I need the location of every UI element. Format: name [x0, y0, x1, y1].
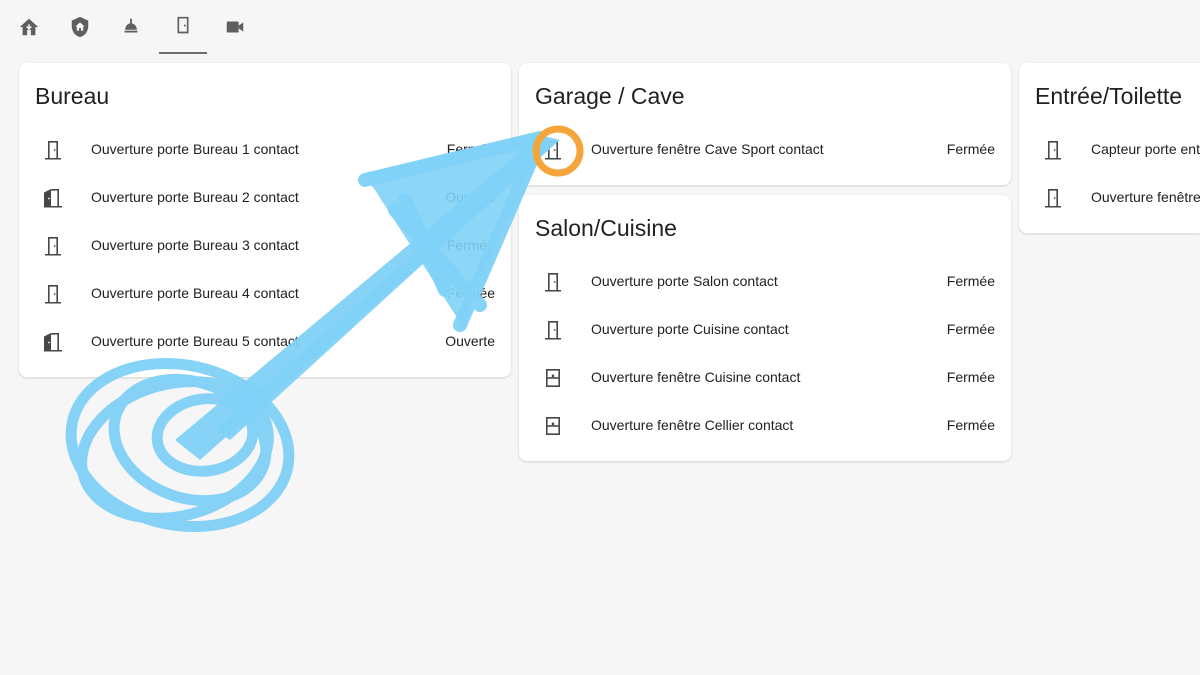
- card-title: Entrée/Toilette: [1035, 83, 1183, 109]
- entity-state: Fermée: [446, 141, 495, 157]
- entity-state: Fermée: [946, 417, 995, 433]
- entity-name: Ouverture porte Salon contact: [591, 273, 778, 289]
- entity-name: Capteur porte entrée: [1091, 141, 1200, 157]
- entity-name: Ouverture porte Bureau 5 contact: [91, 333, 299, 349]
- card-entree-toilette: Entrée/Toilette Capteur porte entrée Ouv…: [1019, 63, 1200, 233]
- door-closed-icon: [541, 138, 565, 162]
- door-icon: [177, 16, 189, 34]
- door-open-icon: [41, 330, 65, 354]
- door-closed-icon: [41, 138, 65, 162]
- entity-state: Fermée: [946, 321, 995, 337]
- entity-state: Fermée: [946, 273, 995, 289]
- entity-name: Ouverture fenêtre Cuisine contact: [591, 369, 801, 385]
- entity-row[interactable]: Ouverture porte Bureau 3 contact Fermée: [19, 222, 511, 270]
- card-garage-cave: Garage / Cave Ouverture fenêtre Cave Spo…: [519, 63, 1011, 185]
- tab-cameras[interactable]: [211, 0, 259, 54]
- tab-doors[interactable]: [159, 0, 207, 54]
- entity-row[interactable]: Ouverture porte Salon contact Fermée: [519, 258, 1011, 306]
- entity-state: Ouverte: [445, 333, 495, 349]
- entity-state: Fermée: [446, 285, 495, 301]
- door-closed-icon: [41, 234, 65, 258]
- card-salon-cuisine: Salon/Cuisine Ouverture porte Salon cont…: [519, 195, 1011, 461]
- door-closed-icon: [541, 270, 565, 294]
- door-closed-icon: [1041, 138, 1065, 162]
- entity-state: Ouverte: [445, 189, 495, 205]
- entity-row[interactable]: Ouverture fenêtre Cuisine contact Fermée: [519, 354, 1011, 402]
- card-title: Garage / Cave: [535, 83, 685, 109]
- tab-home[interactable]: [5, 0, 53, 54]
- entity-row[interactable]: Ouverture porte Cuisine contact Fermée: [519, 306, 1011, 354]
- entity-row[interactable]: Ouverture porte Bureau 4 contact Fermée: [19, 270, 511, 318]
- home-icon: [19, 18, 39, 36]
- entity-row[interactable]: Ouverture fenêtre: [1019, 174, 1200, 222]
- card-title: Salon/Cuisine: [535, 215, 677, 241]
- entity-name: Ouverture fenêtre Cave Sport contact: [591, 141, 824, 157]
- top-navigation: [0, 0, 1200, 56]
- entity-name: Ouverture porte Bureau 1 contact: [91, 141, 299, 157]
- entity-state: Fermée: [446, 237, 495, 253]
- door-closed-icon: [41, 282, 65, 306]
- door-open-icon: [41, 186, 65, 210]
- tab-lights[interactable]: [107, 0, 155, 54]
- door-closed-icon: [541, 318, 565, 342]
- entity-row[interactable]: Ouverture porte Bureau 2 contact Ouverte: [19, 174, 511, 222]
- card-title: Bureau: [35, 83, 110, 109]
- entity-name: Ouverture porte Bureau 3 contact: [91, 237, 299, 253]
- entity-row[interactable]: Ouverture porte Bureau 1 contact Fermée: [19, 126, 511, 174]
- entity-state: Fermée: [946, 141, 995, 157]
- ceiling-light-icon: [124, 18, 138, 33]
- entity-name: Ouverture fenêtre Cellier contact: [591, 417, 794, 433]
- card-bureau: Bureau Ouverture porte Bureau 1 contact …: [19, 63, 511, 377]
- tab-security[interactable]: [56, 0, 104, 54]
- entity-name: Ouverture fenêtre: [1091, 189, 1200, 205]
- entity-row[interactable]: Ouverture fenêtre Cellier contact Fermée: [519, 402, 1011, 450]
- entity-row[interactable]: Ouverture porte Bureau 5 contact Ouverte: [19, 318, 511, 366]
- entity-row[interactable]: Capteur porte entrée: [1019, 126, 1200, 174]
- door-closed-icon: [1041, 186, 1065, 210]
- entity-name: Ouverture porte Bureau 2 contact: [91, 189, 299, 205]
- video-camera-icon: [226, 21, 244, 33]
- entity-name: Ouverture porte Bureau 4 contact: [91, 285, 299, 301]
- window-closed-icon: [541, 414, 565, 438]
- entity-row[interactable]: Ouverture fenêtre Cave Sport contact Fer…: [519, 126, 1011, 174]
- entity-name: Ouverture porte Cuisine contact: [591, 321, 789, 337]
- window-closed-icon: [541, 366, 565, 390]
- entity-state: Fermée: [946, 369, 995, 385]
- shield-home-icon: [71, 16, 89, 38]
